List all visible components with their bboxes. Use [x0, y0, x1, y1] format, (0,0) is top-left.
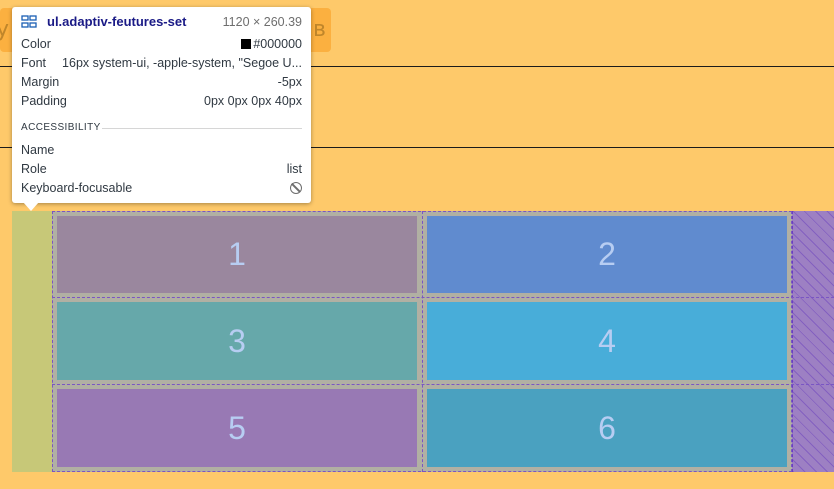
row-key: Margin — [21, 75, 60, 89]
tooltip-row-role: Role list — [21, 162, 302, 176]
grid-item-6[interactable]: 6 — [427, 389, 787, 467]
grid-item-5[interactable]: 5 — [57, 389, 417, 467]
grid-column-line — [422, 211, 423, 472]
padding-overlay — [12, 211, 52, 472]
tooltip-row-color: Color #000000 — [21, 37, 302, 51]
not-allowed-icon — [290, 182, 302, 194]
row-value: list — [286, 162, 302, 176]
row-value: #000000 — [253, 37, 302, 51]
grid-item-1[interactable]: 1 — [57, 216, 417, 293]
tooltip-header: ul.adaptiv-feutures-set 1120 × 260.39 — [21, 14, 302, 29]
tooltip-row-keyboard-focusable: Keyboard-focusable — [21, 181, 302, 195]
inspect-tooltip: ul.adaptiv-feutures-set 1120 × 260.39 Co… — [12, 7, 311, 203]
grid-item-4[interactable]: 4 — [427, 302, 787, 380]
section-divider — [102, 128, 302, 129]
tooltip-selector: ul.adaptiv-feutures-set — [47, 14, 187, 29]
grid-item-2[interactable]: 2 — [427, 216, 787, 293]
row-value: -5px — [277, 75, 302, 89]
grid-item-label: 3 — [228, 322, 246, 359]
grid-row-line — [52, 384, 834, 385]
grid-layout-icon — [21, 15, 37, 28]
grid-item-label: 2 — [598, 236, 616, 272]
top-button-left-label: у — [0, 17, 10, 42]
grid-item-label: 6 — [598, 409, 616, 446]
color-swatch — [241, 39, 252, 49]
row-key: Padding — [21, 94, 67, 108]
tooltip-row-font: Font 16px system-ui, -apple-system, "Seg… — [21, 56, 302, 70]
section-title: ACCESSIBILITY — [21, 122, 101, 133]
grid-item-label: 5 — [228, 409, 246, 446]
grid-item-3[interactable]: 3 — [57, 302, 417, 380]
row-key: Font — [21, 56, 47, 70]
top-button-right-label: в — [313, 17, 326, 42]
row-key: Color — [21, 37, 51, 51]
tooltip-arrow — [23, 202, 39, 211]
row-value: 0px 0px 0px 40px — [204, 94, 302, 108]
tooltip-dimensions: 1120 × 260.39 — [222, 14, 302, 29]
overflow-hatch — [792, 211, 834, 472]
grid-item-label: 4 — [598, 322, 616, 359]
row-key: Keyboard-focusable — [21, 181, 133, 195]
tooltip-row-name: Name — [21, 143, 302, 157]
row-value: 16px system-ui, -apple-system, "Segoe U.… — [62, 56, 302, 70]
tooltip-row-padding: Padding 0px 0px 0px 40px — [21, 94, 302, 108]
grid-row-line — [52, 297, 834, 298]
grid-item-label: 1 — [228, 236, 246, 272]
row-key: Role — [21, 162, 47, 176]
row-key: Name — [21, 143, 55, 157]
tooltip-row-margin: Margin -5px — [21, 75, 302, 89]
